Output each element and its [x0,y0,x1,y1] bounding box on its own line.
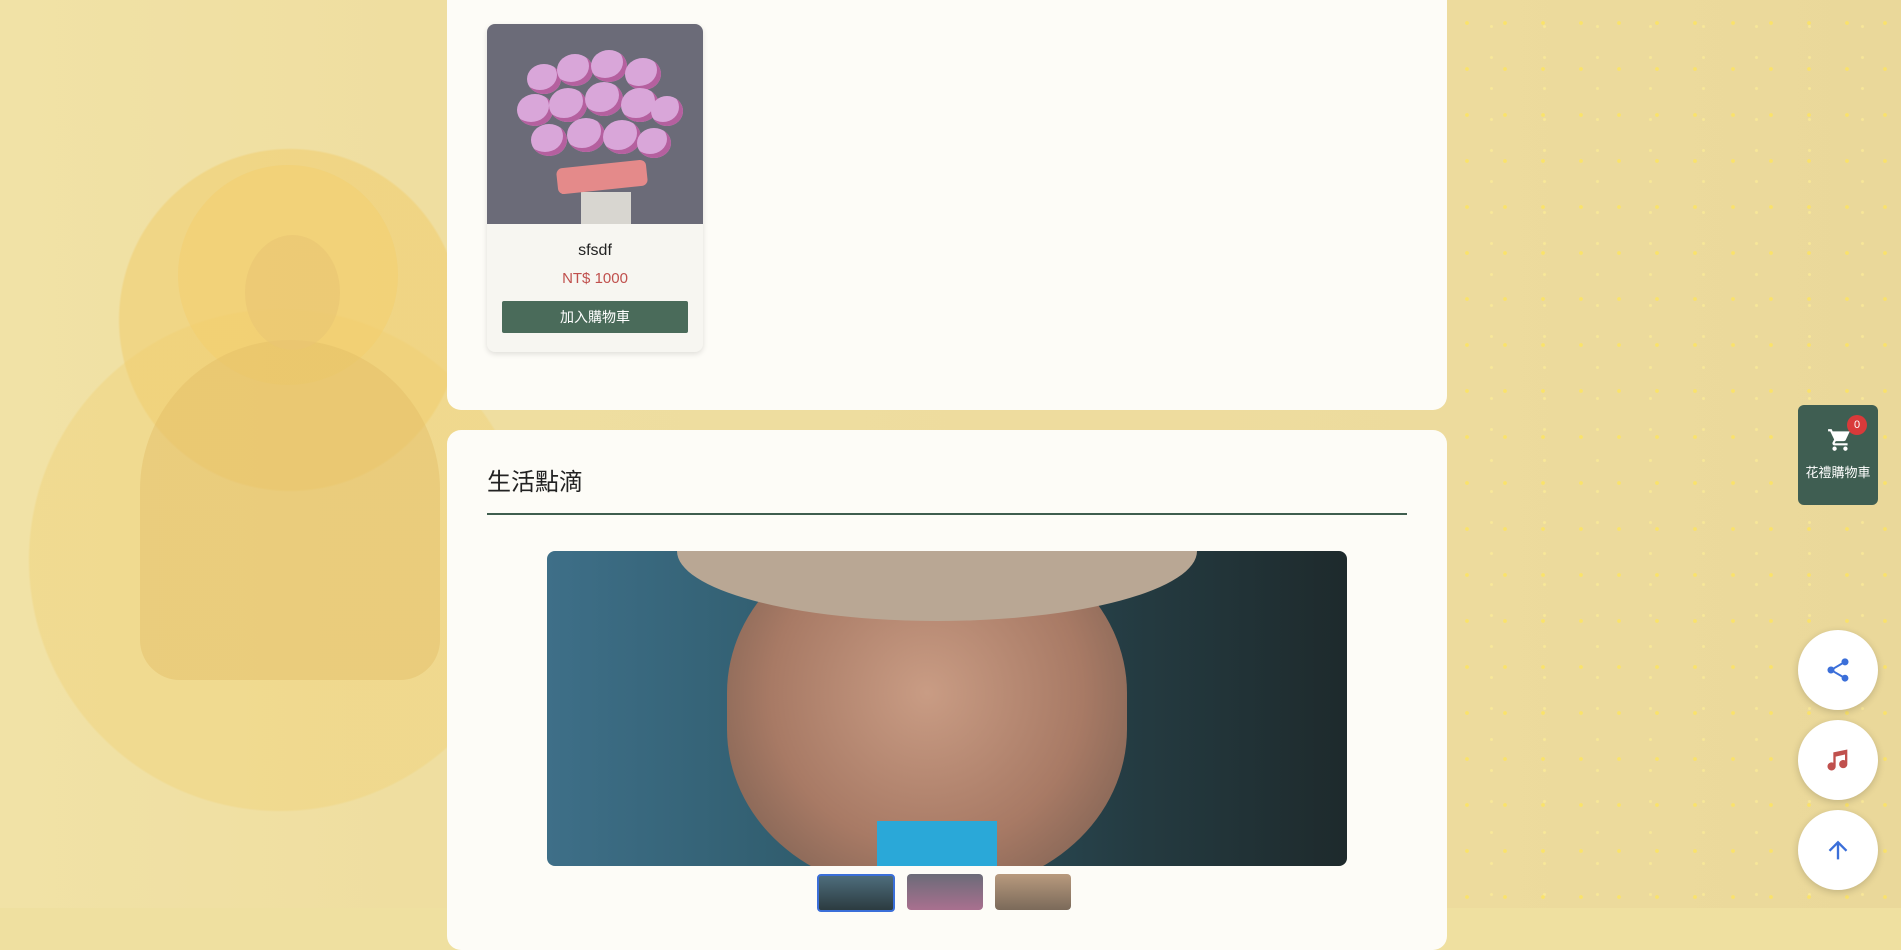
add-to-cart-button[interactable]: 加入購物車 [502,301,688,333]
scroll-top-button[interactable] [1798,810,1878,890]
music-note-icon [1827,749,1848,771]
portrait-collar [877,821,997,866]
section-title: 生活點滴 [487,469,583,496]
cart-label: 花禮購物車 [1805,465,1871,480]
life-moments-card: 生活點滴 [447,430,1447,950]
buddha-figure [140,340,440,680]
gallery-main-image[interactable] [547,551,1347,866]
gallery-thumbnails [817,874,1071,912]
floating-cart-button[interactable]: 0 花禮購物車 [1798,405,1878,505]
music-button[interactable] [1798,720,1878,800]
section-divider [487,513,1407,515]
share-button[interactable] [1798,630,1878,710]
product-price: NT$ 1000 [562,270,628,287]
gallery-thumbnail[interactable] [995,874,1071,910]
arrow-up-icon [1828,840,1848,860]
product-name: sfsdf [578,242,612,259]
buddha-head [245,235,340,350]
products-card: sfsdf NT$ 1000 加入購物車 [447,0,1447,410]
share-icon [1827,658,1849,682]
product-card[interactable]: sfsdf NT$ 1000 加入購物車 [487,24,703,352]
product-image[interactable] [487,24,703,224]
gallery-thumbnail[interactable] [907,874,983,910]
cart-count-badge: 0 [1847,415,1867,435]
gallery-thumbnail[interactable] [817,874,895,912]
